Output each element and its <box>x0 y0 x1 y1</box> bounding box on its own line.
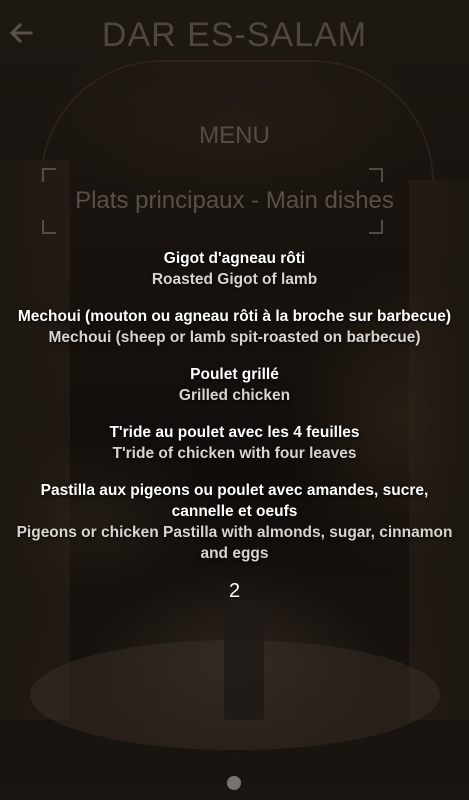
dish-item: Poulet grillé Grilled chicken <box>0 364 469 406</box>
frame-corner-bottom-right <box>369 220 383 234</box>
dish-name-en: T'ride of chicken with four leaves <box>112 445 357 462</box>
dish-list[interactable]: Gigot d'agneau rôti Roasted Gigot of lam… <box>0 248 469 580</box>
page-indicator-dot[interactable] <box>227 776 241 790</box>
background-table <box>30 640 440 750</box>
menu-screen: DAR ES-SALAM MENU Plats principaux - Mai… <box>0 0 469 800</box>
frame-corner-top-right <box>369 168 383 182</box>
dish-name-en: Mechoui (sheep or lamb spit-roasted on b… <box>48 329 421 346</box>
dish-name-en: Roasted Gigot of lamb <box>151 271 318 288</box>
dish-name-fr: Pastilla aux pigeons ou poulet avec aman… <box>40 482 429 520</box>
dish-name-en: Grilled chicken <box>178 387 291 404</box>
frame-corner-top-left <box>42 168 56 182</box>
dish-name-en: Pigeons or chicken Pastilla with almonds… <box>16 524 453 562</box>
dish-name-fr: Mechoui (mouton ou agneau rôti à la broc… <box>17 308 452 325</box>
background-bottle <box>224 600 264 720</box>
top-bar: DAR ES-SALAM <box>0 0 469 72</box>
dish-item: Gigot d'agneau rôti Roasted Gigot of lam… <box>0 248 469 290</box>
section-title: Plats principaux - Main dishes <box>75 187 394 214</box>
background-arch <box>40 60 434 182</box>
frame-corner-bottom-left <box>42 220 56 234</box>
dish-name-fr: T'ride au poulet avec les 4 feuilles <box>109 424 360 441</box>
dish-item: Mechoui (mouton ou agneau rôti à la broc… <box>0 306 469 348</box>
page-number: 2 <box>228 580 241 602</box>
app-title: DAR ES-SALAM <box>101 16 368 54</box>
menu-heading: MENU <box>199 122 270 149</box>
dish-item: T'ride au poulet avec les 4 feuilles T'r… <box>0 422 469 464</box>
dish-name-fr: Gigot d'agneau rôti <box>163 250 306 267</box>
dish-item: Pastilla aux pigeons ou poulet avec aman… <box>0 480 469 564</box>
dish-name-fr: Poulet grillé <box>190 366 279 383</box>
